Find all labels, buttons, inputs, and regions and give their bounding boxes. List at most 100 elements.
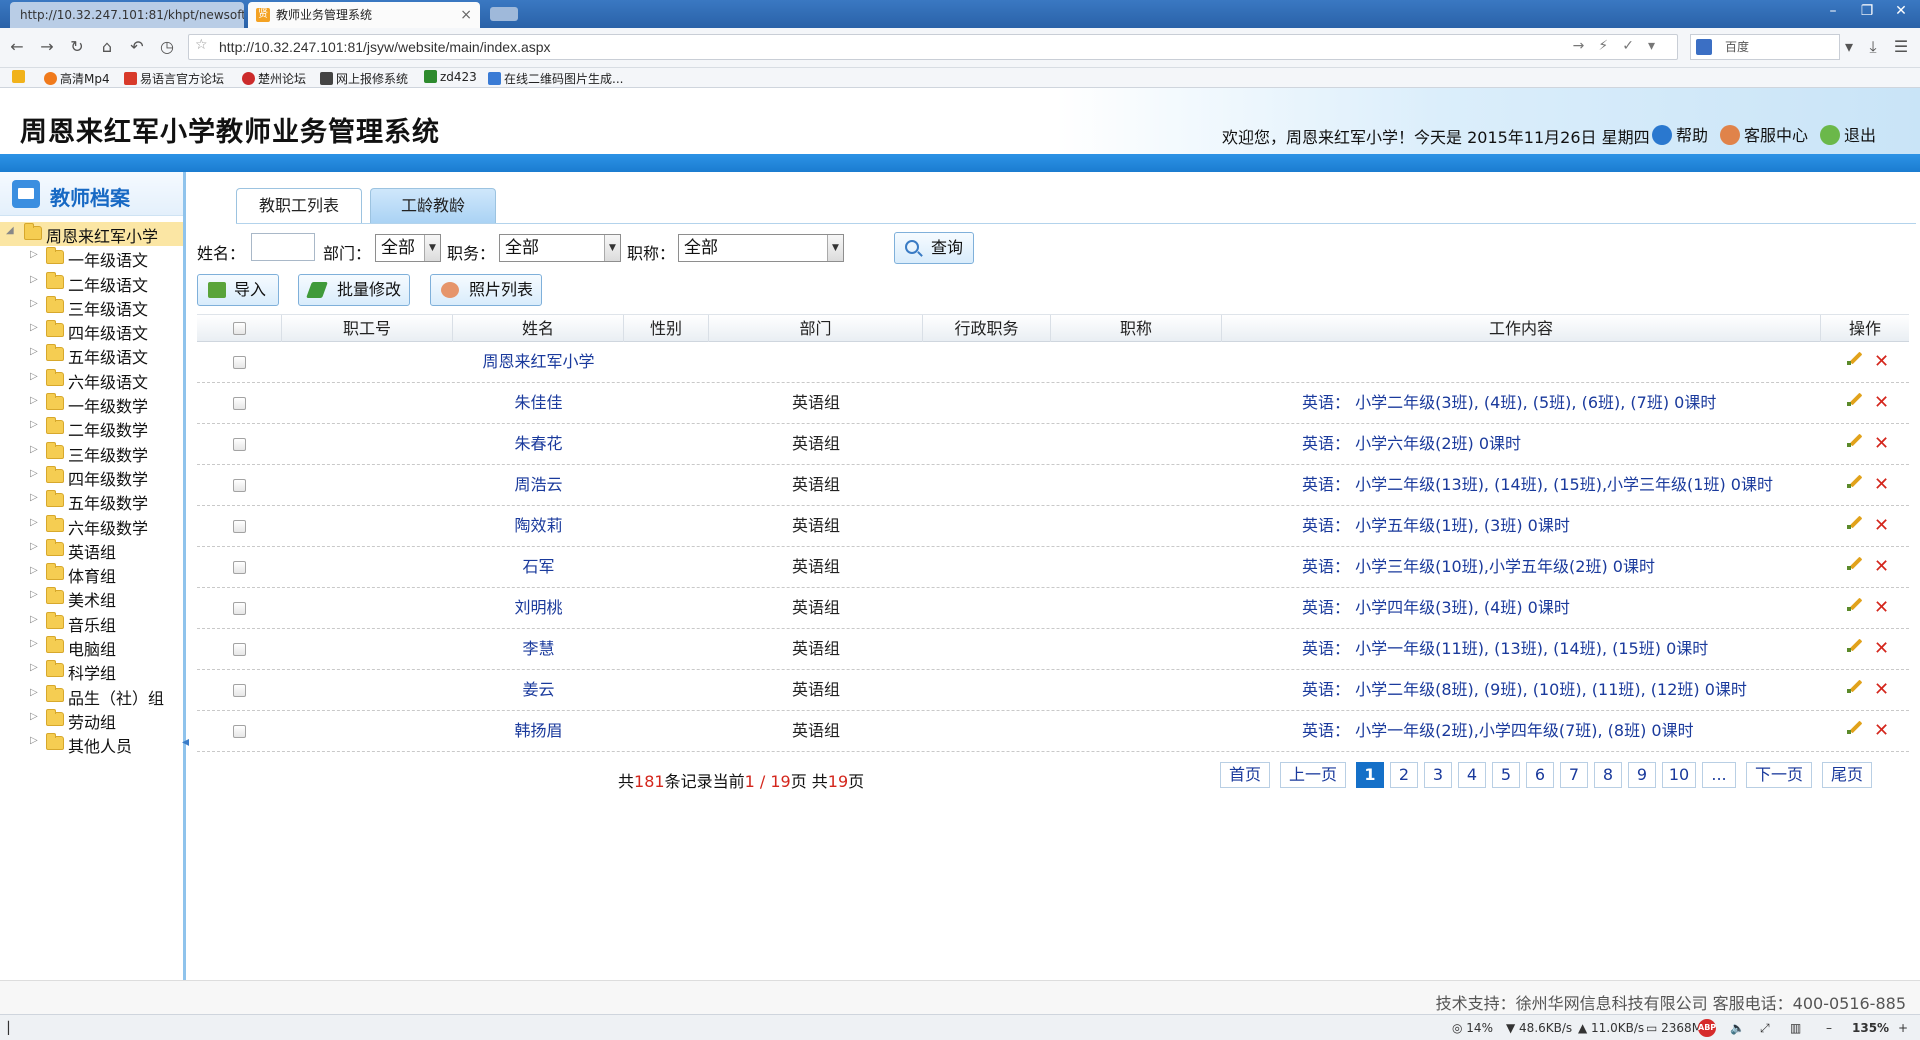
collapsed-arrow-icon[interactable]: ▷ xyxy=(30,371,38,382)
collapsed-arrow-icon[interactable]: ▷ xyxy=(30,565,38,576)
new-tab-button[interactable] xyxy=(490,7,518,21)
tree-node-group[interactable]: ▷ 三年级数学 xyxy=(0,441,183,465)
header-gender[interactable]: 性别 xyxy=(624,315,709,342)
delete-icon[interactable]: ✕ xyxy=(1874,722,1889,740)
forward-icon[interactable]: → xyxy=(36,36,58,58)
cell-name[interactable]: 刘明桃 xyxy=(453,588,624,628)
reload-icon[interactable]: ↻ xyxy=(66,36,88,58)
page-last-button[interactable]: 尾页 xyxy=(1822,762,1872,788)
tree-node-group[interactable]: ▷ 二年级语文 xyxy=(0,271,183,295)
page-number-button[interactable]: 2 xyxy=(1390,762,1418,788)
collapsed-arrow-icon[interactable]: ▷ xyxy=(30,687,38,698)
header-dept[interactable]: 部门 xyxy=(709,315,923,342)
zoom-in-icon[interactable]: + xyxy=(1898,1021,1908,1035)
logout-link[interactable]: 退出 xyxy=(1820,122,1876,146)
page-number-button[interactable]: ... xyxy=(1702,762,1736,788)
collapsed-arrow-icon[interactable]: ▷ xyxy=(30,249,38,260)
tree-node-group[interactable]: ▷ 音乐组 xyxy=(0,611,183,635)
page-number-button[interactable]: 3 xyxy=(1424,762,1452,788)
tree-node-group[interactable]: ▷ 劳动组 xyxy=(0,708,183,732)
row-checkbox[interactable] xyxy=(233,602,246,615)
bookmark-1[interactable]: 高清Mp4 xyxy=(44,70,110,87)
edit-icon[interactable] xyxy=(1847,514,1863,530)
tree-node-group[interactable]: ▷ 品生（社）组 xyxy=(0,684,183,708)
batch-edit-button[interactable]: 批量修改 xyxy=(298,274,410,306)
collapsed-arrow-icon[interactable]: ▷ xyxy=(30,274,38,285)
collapsed-arrow-icon[interactable]: ▷ xyxy=(30,711,38,722)
url-text[interactable]: http://10.32.247.101:81/jsyw/website/mai… xyxy=(219,39,551,55)
row-checkbox[interactable] xyxy=(233,438,246,451)
browser-tab-2[interactable]: 贤 教师业务管理系统 × xyxy=(248,2,480,28)
home-icon[interactable]: ⌂ xyxy=(96,36,118,58)
collapsed-arrow-icon[interactable]: ▷ xyxy=(30,395,38,406)
edit-icon[interactable] xyxy=(1847,596,1863,612)
collapsed-arrow-icon[interactable]: ▷ xyxy=(30,614,38,625)
tree-node-group[interactable]: ▷ 科学组 xyxy=(0,659,183,683)
page-number-button[interactable]: 1 xyxy=(1356,762,1384,788)
cell-name[interactable]: 陶效莉 xyxy=(453,506,624,546)
page-number-button[interactable]: 6 xyxy=(1526,762,1554,788)
close-tab-icon[interactable]: × xyxy=(460,2,472,28)
cell-name[interactable]: 周浩云 xyxy=(453,465,624,505)
cell-name[interactable]: 朱佳佳 xyxy=(453,383,624,423)
page-next-button[interactable]: 下一页 xyxy=(1746,762,1812,788)
address-bar[interactable]: ☆ http://10.32.247.101:81/jsyw/website/m… xyxy=(188,34,1678,60)
edit-icon[interactable] xyxy=(1847,473,1863,489)
collapsed-arrow-icon[interactable]: ▷ xyxy=(30,419,38,430)
header-name[interactable]: 姓名 xyxy=(453,315,624,342)
minimize-icon[interactable]: – xyxy=(1816,0,1850,22)
delete-icon[interactable]: ✕ xyxy=(1874,394,1889,412)
header-admin-post[interactable]: 行政职务 xyxy=(923,315,1051,342)
tree-node-group[interactable]: ▷ 其他人员 xyxy=(0,732,183,756)
close-window-icon[interactable]: ✕ xyxy=(1884,0,1918,22)
history-icon[interactable]: ◷ xyxy=(156,36,178,58)
bookmark-3[interactable]: 楚州论坛 xyxy=(242,70,306,87)
row-checkbox[interactable] xyxy=(233,684,246,697)
header-id[interactable]: 职工号 xyxy=(282,315,453,342)
mute-icon[interactable]: 🔈 xyxy=(1730,1021,1745,1035)
row-checkbox[interactable] xyxy=(233,561,246,574)
undo-icon[interactable]: ↶ xyxy=(126,36,148,58)
help-link[interactable]: 帮助 xyxy=(1652,122,1708,146)
download-icon[interactable]: ⤓ xyxy=(1862,36,1884,58)
cell-name[interactable]: 姜云 xyxy=(453,670,624,710)
cell-name[interactable]: 周恩来红军小学 xyxy=(453,342,624,382)
delete-icon[interactable]: ✕ xyxy=(1874,476,1889,494)
delete-icon[interactable]: ✕ xyxy=(1874,435,1889,453)
tree-node-group[interactable]: ▷ 一年级数学 xyxy=(0,392,183,416)
collapsed-arrow-icon[interactable]: ▷ xyxy=(30,346,38,357)
zoom-out-icon[interactable]: – xyxy=(1826,1021,1832,1035)
collapsed-arrow-icon[interactable]: ▷ xyxy=(30,735,38,746)
edit-icon[interactable] xyxy=(1847,350,1863,366)
edit-icon[interactable] xyxy=(1847,555,1863,571)
bookmarks-star-icon[interactable] xyxy=(12,70,28,84)
browser-tab-1[interactable]: http://10.32.247.101:81/khpt/newsoftli..… xyxy=(10,2,244,28)
row-checkbox[interactable] xyxy=(233,725,246,738)
query-button[interactable]: 查询 xyxy=(894,232,974,264)
tree-node-group[interactable]: ▷ 体育组 xyxy=(0,562,183,586)
collapsed-arrow-icon[interactable]: ▷ xyxy=(30,322,38,333)
tree-node-group[interactable]: ▷ 六年级语文 xyxy=(0,368,183,392)
collapsed-arrow-icon[interactable]: ▷ xyxy=(30,492,38,503)
row-checkbox[interactable] xyxy=(233,356,246,369)
back-icon[interactable]: ← xyxy=(6,36,28,58)
row-checkbox[interactable] xyxy=(233,643,246,656)
delete-icon[interactable]: ✕ xyxy=(1874,353,1889,371)
adblock-icon[interactable]: ABP xyxy=(1698,1019,1716,1037)
sidebar-toggle-icon[interactable]: ▏ xyxy=(8,1021,17,1035)
collapsed-arrow-icon[interactable]: ▷ xyxy=(30,589,38,600)
bookmark-star-icon[interactable]: ☆ xyxy=(195,37,208,53)
tree-node-group[interactable]: ▷ 五年级数学 xyxy=(0,489,183,513)
edit-icon[interactable] xyxy=(1847,719,1863,735)
edit-icon[interactable] xyxy=(1847,432,1863,448)
expanded-arrow-icon[interactable]: ◢ xyxy=(6,225,14,236)
collapsed-arrow-icon[interactable]: ▷ xyxy=(30,638,38,649)
delete-icon[interactable]: ✕ xyxy=(1874,599,1889,617)
cell-name[interactable]: 石军 xyxy=(453,547,624,587)
delete-icon[interactable]: ✕ xyxy=(1874,681,1889,699)
tree-node-group[interactable]: ▷ 六年级数学 xyxy=(0,514,183,538)
tree-node-group[interactable]: ▷ 美术组 xyxy=(0,586,183,610)
restore-icon[interactable]: ❐ xyxy=(1850,0,1884,22)
bookmark-6[interactable]: 在线二维码图片生成... xyxy=(488,70,623,87)
collapsed-arrow-icon[interactable]: ▷ xyxy=(30,298,38,309)
